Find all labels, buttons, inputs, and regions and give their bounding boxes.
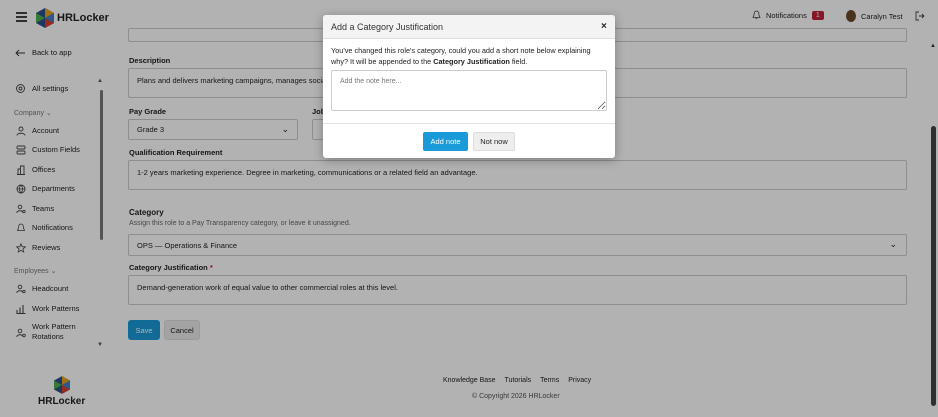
dialog-message-field-name: Category Justification	[433, 57, 510, 66]
dialog-divider	[323, 123, 615, 124]
dialog-message: You've changed this role's category, cou…	[331, 45, 607, 67]
note-textarea[interactable]	[331, 70, 607, 111]
not-now-button[interactable]: Not now	[473, 132, 515, 151]
dialog-header: Add a Category Justification	[323, 15, 615, 39]
dialog-message-suffix: field.	[509, 57, 528, 66]
category-justification-dialog: Add a Category Justification × You've ch…	[323, 15, 615, 158]
close-icon[interactable]: ×	[601, 22, 607, 32]
dialog-title: Add a Category Justification	[331, 21, 444, 32]
add-note-button[interactable]: Add note	[423, 132, 468, 151]
